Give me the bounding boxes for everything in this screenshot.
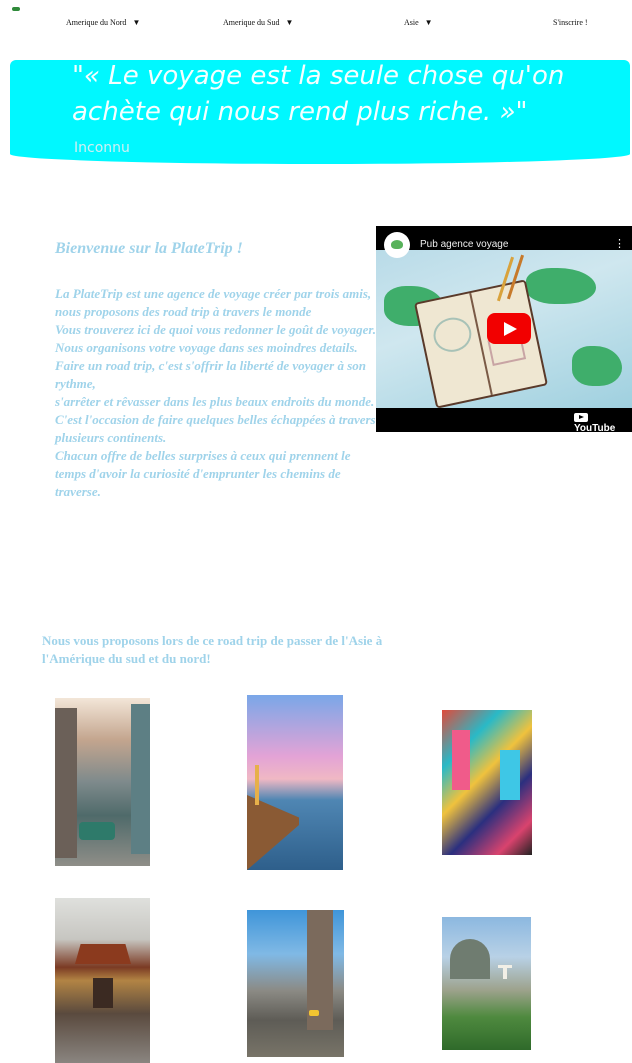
intro-line: Nous organisons votre voyage dans ses mo… — [55, 340, 358, 355]
nav-item-amerique-du-nord[interactable]: Amerique du Nord ▼ — [66, 18, 140, 27]
statue-shape — [503, 965, 507, 979]
nav-item-asie[interactable]: Asie ▼ — [404, 18, 433, 27]
nav-item-amerique-du-sud[interactable]: Amerique du Sud ▼ — [223, 18, 293, 27]
map-land — [526, 268, 596, 304]
more-options-icon[interactable]: ⋮ — [614, 237, 625, 250]
passport-image — [414, 279, 548, 409]
building-shape — [131, 704, 150, 854]
temple-roof — [75, 944, 131, 964]
video-title[interactable]: Pub agence voyage — [420, 239, 508, 250]
pier-shape — [247, 795, 299, 870]
youtube-brand: YouTube — [574, 423, 616, 432]
chevron-down-icon: ▼ — [424, 18, 433, 27]
signup-link[interactable]: S'inscrire ! — [553, 18, 588, 27]
intro-line: La PlateTrip est une agence de voyage cr… — [55, 286, 372, 301]
video-player[interactable]: Pub agence voyage ⋮ YouTube — [376, 226, 632, 432]
stamp-icon — [430, 314, 475, 356]
lamp-post — [255, 765, 259, 805]
map-land — [572, 346, 622, 386]
building-shape — [55, 708, 77, 858]
intro-line: Faire un road trip, c'est s'offrir la li… — [55, 358, 367, 391]
youtube-icon — [574, 412, 588, 422]
intro-line: Chacun offre de belles surprises à ceux … — [55, 448, 351, 499]
play-button[interactable] — [487, 313, 531, 344]
car-shape — [79, 822, 115, 840]
neon-sign — [500, 750, 520, 800]
photo-city-street — [55, 698, 150, 866]
temple-door — [93, 978, 113, 1008]
site-logo — [12, 7, 20, 11]
banner-author: Inconnu — [74, 140, 130, 156]
channel-avatar-icon[interactable] — [384, 232, 410, 258]
nav-item-label: Asie — [404, 18, 419, 27]
youtube-logo[interactable]: YouTube — [574, 412, 632, 432]
photo-temple-gate — [55, 898, 150, 1063]
neon-sign — [452, 730, 470, 790]
main-nav: Amerique du Nord ▼ Amerique du Sud ▼ Asie ▼… — [0, 18, 632, 36]
photo-bridge — [247, 910, 344, 1057]
intro-line: C'est l'occasion de faire quelques belle… — [55, 412, 376, 445]
chevron-down-icon: ▼ — [132, 18, 141, 27]
photo-neon-street — [442, 710, 532, 855]
chevron-down-icon: ▼ — [285, 18, 294, 27]
proposal-text: Nous vous proposons lors de ce road trip… — [42, 633, 383, 666]
intro-text: La PlateTrip est une agence de voyage cr… — [55, 285, 380, 501]
mountain-shape — [450, 939, 490, 979]
intro-line: nous proposons des road trip à travers l… — [55, 304, 312, 319]
welcome-title: Bienvenue sur la PlateTrip ! — [55, 240, 243, 257]
photo-rio-christ — [442, 917, 531, 1050]
nav-item-label: Amerique du Nord — [66, 18, 127, 27]
intro-line: Vous trouverez ici de quoi vous redonner… — [55, 322, 377, 337]
photo-seaside-pier — [247, 695, 343, 870]
taxi-shape — [309, 1010, 319, 1016]
intro-line: s'arrêter et rêvasser dans les plus beau… — [55, 394, 375, 409]
nav-item-label: Amerique du Sud — [223, 18, 280, 27]
banner-quote: "« Le voyage est la seule chose qu'on ac… — [72, 61, 565, 127]
